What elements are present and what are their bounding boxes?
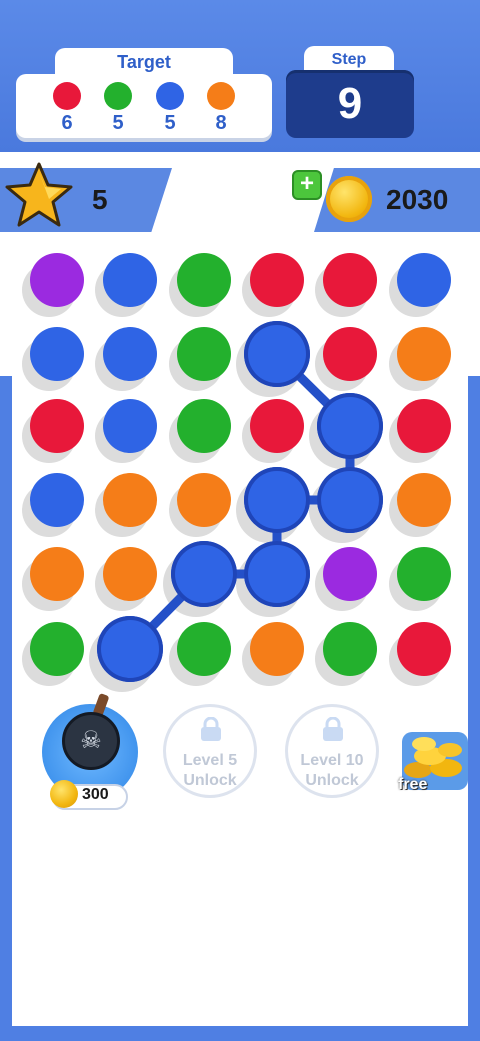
target-dot (104, 82, 132, 110)
dot-blue[interactable] (244, 467, 310, 533)
lock-icon (201, 717, 221, 741)
target-dot (207, 82, 235, 110)
target-count: 8 (215, 112, 227, 134)
bottom-border (0, 1026, 480, 1041)
step-counter: 9 (286, 70, 414, 138)
lock-text: Level 5 Unlock (166, 751, 254, 791)
step-value: 9 (337, 79, 363, 128)
target-dot (156, 82, 184, 110)
coin-count: 2030 (386, 184, 449, 215)
star-icon (5, 162, 73, 227)
dot-blue[interactable] (171, 541, 237, 607)
selection-path (125, 349, 355, 654)
target-dot (53, 82, 81, 110)
dot-blue[interactable] (244, 321, 310, 387)
skull-icon: ☠ (80, 727, 102, 754)
lock-unlock-label: Unlock (305, 772, 359, 789)
free-label: free (398, 776, 428, 793)
lock-unlock-label: Unlock (183, 772, 237, 789)
lock-level-label: Level 5 (182, 752, 238, 769)
game-board[interactable] (0, 240, 480, 692)
coin-icon (326, 176, 372, 222)
dot-blue[interactable] (317, 393, 383, 459)
target-title: Target (117, 52, 171, 72)
target-count: 5 (112, 112, 124, 134)
bomb-coin-icon (50, 780, 78, 808)
target-count: 6 (61, 112, 73, 134)
dot-blue[interactable] (244, 541, 310, 607)
locked-booster-level5[interactable]: Level 5 Unlock (163, 704, 257, 798)
add-coins-plus-icon[interactable]: + (292, 170, 322, 200)
target-count: 5 (164, 112, 176, 134)
lock-level-label: Level 10 (300, 752, 364, 769)
locked-booster-level10[interactable]: Level 10 Unlock (285, 704, 379, 798)
bomb-price: 300 (82, 786, 109, 803)
dot-blue[interactable] (317, 467, 383, 533)
dot-blue[interactable] (97, 616, 163, 682)
lock-icon (323, 717, 343, 741)
star-count: 5 (92, 184, 108, 215)
lock-text: Level 10 Unlock (288, 751, 376, 791)
